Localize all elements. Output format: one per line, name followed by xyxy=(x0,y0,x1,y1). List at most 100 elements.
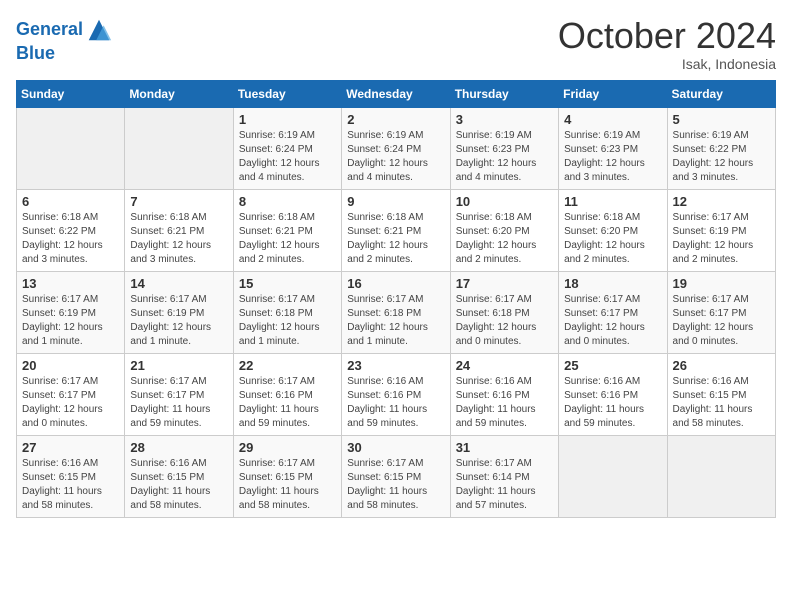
calendar-cell: 1 Sunrise: 6:19 AM Sunset: 6:24 PM Daylig… xyxy=(233,107,341,189)
day-number: 24 xyxy=(456,358,553,373)
day-of-week-header: Monday xyxy=(125,80,233,107)
day-info: Sunrise: 6:16 AM Sunset: 6:15 PM Dayligh… xyxy=(130,457,227,513)
calendar-cell: 15Sunrise: 6:17 AM Sunset: 6:18 PM Dayli… xyxy=(233,271,341,353)
calendar-cell: 29 Sunrise: 6:17 AM Sunset: 6:15 PM Dayli… xyxy=(233,435,341,517)
day-info: Sunrise: 6:17 AM Sunset: 6:18 PM Dayligh… xyxy=(347,293,444,349)
calendar-cell xyxy=(559,435,667,517)
calendar-cell: 13 Sunrise: 6:17 AM Sunset: 6:19 PM Dayli… xyxy=(17,271,125,353)
day-info: Sunrise: 6:17 AM Sunset: 6:17 PM Dayligh… xyxy=(564,293,661,349)
logo-icon xyxy=(85,16,113,44)
day-number: 9 xyxy=(347,194,444,209)
day-info: Sunrise: 6:17 AM Sunset: 6:17 PM Dayligh… xyxy=(673,293,770,349)
day-info: Sunrise: 6:17 AM Sunset: 6:19 PM Dayligh… xyxy=(673,211,770,267)
day-info: Sunrise: 6:17 AM Sunset: 6:19 PM Dayligh… xyxy=(22,293,119,349)
day-info: Sunrise: 6:18 AM Sunset: 6:20 PM Dayligh… xyxy=(564,211,661,267)
calendar-cell: 28Sunrise: 6:16 AM Sunset: 6:15 PM Dayli… xyxy=(125,435,233,517)
calendar-cell: 20 Sunrise: 6:17 AM Sunset: 6:17 PM Dayli… xyxy=(17,353,125,435)
day-number: 13 xyxy=(22,276,119,291)
calendar-cell: 25 Sunrise: 6:16 AM Sunset: 6:16 PM Dayli… xyxy=(559,353,667,435)
day-number: 1 xyxy=(239,112,336,127)
day-number: 27 xyxy=(22,440,119,455)
day-of-week-header: Saturday xyxy=(667,80,775,107)
day-number: 14 xyxy=(130,276,227,291)
day-number: 21 xyxy=(130,358,227,373)
day-info: Sunrise: 6:16 AM Sunset: 6:15 PM Dayligh… xyxy=(22,457,119,513)
day-info: Sunrise: 6:17 AM Sunset: 6:15 PM Dayligh… xyxy=(239,457,336,513)
day-info: Sunrise: 6:18 AM Sunset: 6:21 PM Dayligh… xyxy=(239,211,336,267)
title-block: October 2024 Isak, Indonesia xyxy=(558,16,776,72)
day-of-week-header: Wednesday xyxy=(342,80,450,107)
day-of-week-header: Sunday xyxy=(17,80,125,107)
day-number: 18 xyxy=(564,276,661,291)
day-number: 11 xyxy=(564,194,661,209)
day-number: 17 xyxy=(456,276,553,291)
calendar-cell: 16 Sunrise: 6:17 AM Sunset: 6:18 PM Dayli… xyxy=(342,271,450,353)
day-number: 31 xyxy=(456,440,553,455)
calendar-cell: 27 Sunrise: 6:16 AM Sunset: 6:15 PM Dayli… xyxy=(17,435,125,517)
day-info: Sunrise: 6:16 AM Sunset: 6:16 PM Dayligh… xyxy=(347,375,444,431)
day-info: Sunrise: 6:17 AM Sunset: 6:14 PM Dayligh… xyxy=(456,457,553,513)
day-number: 6 xyxy=(22,194,119,209)
calendar-cell: 3 Sunrise: 6:19 AM Sunset: 6:23 PM Daylig… xyxy=(450,107,558,189)
day-of-week-header: Thursday xyxy=(450,80,558,107)
day-number: 20 xyxy=(22,358,119,373)
calendar-table: SundayMondayTuesdayWednesdayThursdayFrid… xyxy=(16,80,776,518)
day-of-week-header: Tuesday xyxy=(233,80,341,107)
day-number: 16 xyxy=(347,276,444,291)
calendar-cell: 4 Sunrise: 6:19 AM Sunset: 6:23 PM Daylig… xyxy=(559,107,667,189)
day-info: Sunrise: 6:18 AM Sunset: 6:21 PM Dayligh… xyxy=(130,211,227,267)
day-info: Sunrise: 6:18 AM Sunset: 6:22 PM Dayligh… xyxy=(22,211,119,267)
day-number: 2 xyxy=(347,112,444,127)
calendar-cell: 10 Sunrise: 6:18 AM Sunset: 6:20 PM Dayli… xyxy=(450,189,558,271)
day-number: 7 xyxy=(130,194,227,209)
day-number: 4 xyxy=(564,112,661,127)
calendar-cell: 2Sunrise: 6:19 AM Sunset: 6:24 PM Daylig… xyxy=(342,107,450,189)
day-of-week-header: Friday xyxy=(559,80,667,107)
calendar-cell: 12 Sunrise: 6:17 AM Sunset: 6:19 PM Dayli… xyxy=(667,189,775,271)
calendar-cell: 30 Sunrise: 6:17 AM Sunset: 6:15 PM Dayli… xyxy=(342,435,450,517)
day-number: 10 xyxy=(456,194,553,209)
day-number: 22 xyxy=(239,358,336,373)
day-info: Sunrise: 6:19 AM Sunset: 6:24 PM Dayligh… xyxy=(239,129,336,185)
calendar-cell: 8Sunrise: 6:18 AM Sunset: 6:21 PM Daylig… xyxy=(233,189,341,271)
calendar-cell: 21 Sunrise: 6:17 AM Sunset: 6:17 PM Dayli… xyxy=(125,353,233,435)
page-header: General Blue October 2024 Isak, Indonesi… xyxy=(16,16,776,72)
day-number: 26 xyxy=(673,358,770,373)
day-info: Sunrise: 6:18 AM Sunset: 6:20 PM Dayligh… xyxy=(456,211,553,267)
day-number: 23 xyxy=(347,358,444,373)
day-number: 29 xyxy=(239,440,336,455)
calendar-cell: 18 Sunrise: 6:17 AM Sunset: 6:17 PM Dayli… xyxy=(559,271,667,353)
day-info: Sunrise: 6:19 AM Sunset: 6:23 PM Dayligh… xyxy=(564,129,661,185)
calendar-cell: 26 Sunrise: 6:16 AM Sunset: 6:15 PM Dayli… xyxy=(667,353,775,435)
day-number: 30 xyxy=(347,440,444,455)
day-info: Sunrise: 6:17 AM Sunset: 6:18 PM Dayligh… xyxy=(239,293,336,349)
day-info: Sunrise: 6:16 AM Sunset: 6:16 PM Dayligh… xyxy=(564,375,661,431)
calendar-cell: 11 Sunrise: 6:18 AM Sunset: 6:20 PM Dayli… xyxy=(559,189,667,271)
day-number: 19 xyxy=(673,276,770,291)
day-info: Sunrise: 6:17 AM Sunset: 6:18 PM Dayligh… xyxy=(456,293,553,349)
day-number: 3 xyxy=(456,112,553,127)
calendar-cell xyxy=(667,435,775,517)
location-subtitle: Isak, Indonesia xyxy=(558,56,776,72)
calendar-cell: 22 Sunrise: 6:17 AM Sunset: 6:16 PM Dayli… xyxy=(233,353,341,435)
calendar-cell xyxy=(17,107,125,189)
day-info: Sunrise: 6:19 AM Sunset: 6:23 PM Dayligh… xyxy=(456,129,553,185)
day-number: 5 xyxy=(673,112,770,127)
calendar-cell: 9 Sunrise: 6:18 AM Sunset: 6:21 PM Daylig… xyxy=(342,189,450,271)
day-number: 25 xyxy=(564,358,661,373)
calendar-cell: 19 Sunrise: 6:17 AM Sunset: 6:17 PM Dayli… xyxy=(667,271,775,353)
calendar-cell: 6 Sunrise: 6:18 AM Sunset: 6:22 PM Daylig… xyxy=(17,189,125,271)
logo: General Blue xyxy=(16,16,113,64)
day-info: Sunrise: 6:16 AM Sunset: 6:15 PM Dayligh… xyxy=(673,375,770,431)
calendar-cell: 5Sunrise: 6:19 AM Sunset: 6:22 PM Daylig… xyxy=(667,107,775,189)
day-info: Sunrise: 6:17 AM Sunset: 6:15 PM Dayligh… xyxy=(347,457,444,513)
day-info: Sunrise: 6:18 AM Sunset: 6:21 PM Dayligh… xyxy=(347,211,444,267)
day-number: 12 xyxy=(673,194,770,209)
calendar-cell: 23 Sunrise: 6:16 AM Sunset: 6:16 PM Dayli… xyxy=(342,353,450,435)
day-info: Sunrise: 6:17 AM Sunset: 6:17 PM Dayligh… xyxy=(130,375,227,431)
day-info: Sunrise: 6:17 AM Sunset: 6:16 PM Dayligh… xyxy=(239,375,336,431)
month-title: October 2024 xyxy=(558,16,776,56)
calendar-cell: 7 Sunrise: 6:18 AM Sunset: 6:21 PM Daylig… xyxy=(125,189,233,271)
calendar-cell: 31 Sunrise: 6:17 AM Sunset: 6:14 PM Dayli… xyxy=(450,435,558,517)
day-info: Sunrise: 6:17 AM Sunset: 6:17 PM Dayligh… xyxy=(22,375,119,431)
